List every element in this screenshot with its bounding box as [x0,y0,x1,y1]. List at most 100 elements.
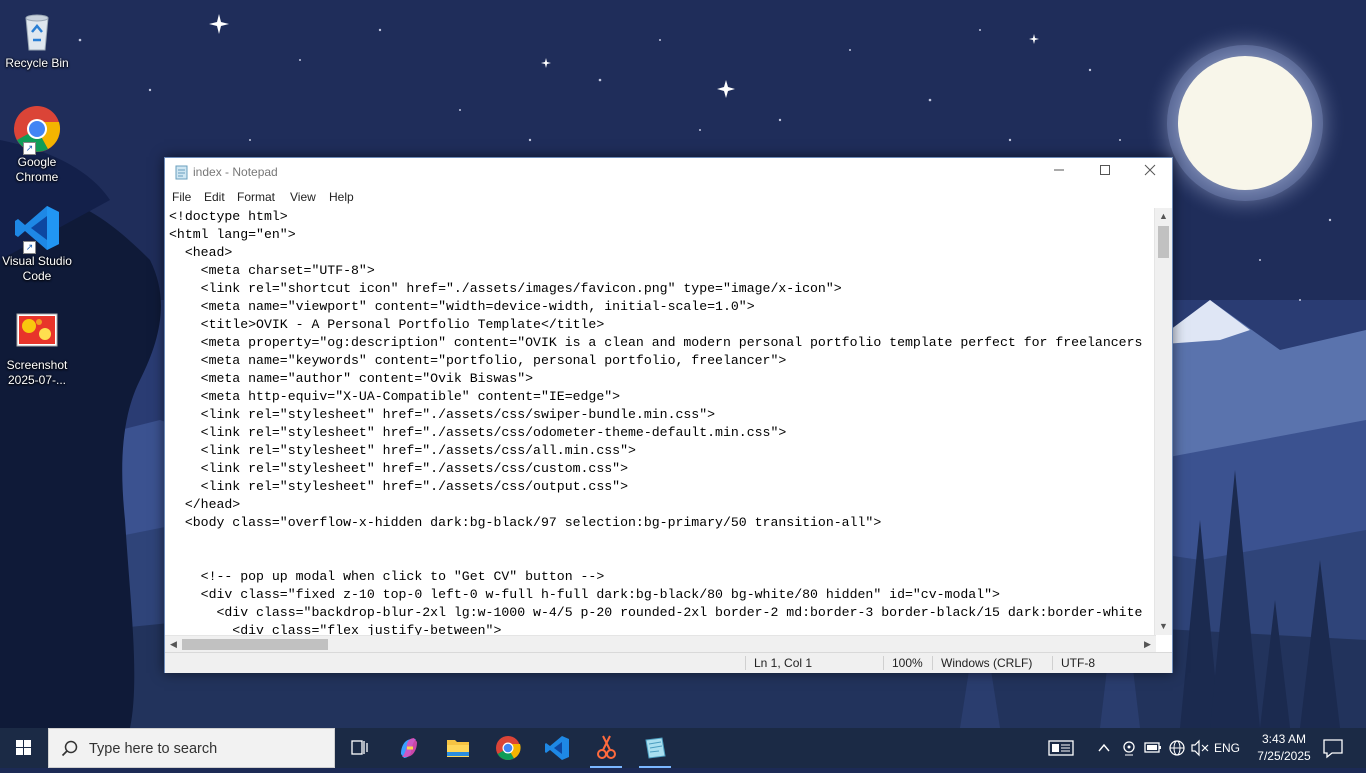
code-line: <meta name="viewport" content="width=dev… [169,299,755,314]
code-line: <meta http-equiv="X-UA-Compatible" conte… [169,389,621,404]
volume-button[interactable] [1189,728,1211,768]
minimize-button[interactable] [1036,158,1082,188]
taskbar: Type here to search ENG 3:43 AM 7/25/202… [0,728,1366,768]
code-line: <meta name="author" content="Ovik Biswas… [169,371,534,386]
notepad-icon [645,737,666,759]
scroll-down-icon[interactable]: ▼ [1155,618,1172,635]
notepad-window[interactable]: index - Notepad File Edit Format View He… [164,157,1173,673]
scroll-right-icon[interactable]: ▶ [1139,636,1156,653]
windows-logo-icon [16,740,31,755]
image-file-icon [13,308,61,356]
menu-file[interactable]: File [172,190,191,204]
code-line: <head> [169,245,233,260]
code-line: <!doctype html> [169,209,288,224]
code-line: </head> [169,497,241,512]
snipping-tool-button[interactable] [582,728,630,768]
cursor-position: Ln 1, Col 1 [745,656,812,670]
snipping-tool-icon [597,735,616,759]
menu-edit[interactable]: Edit [204,190,225,204]
desktop-icon-google-chrome[interactable]: ↗ Google Chrome [2,105,72,185]
shortcut-arrow-icon: ↗ [23,142,36,155]
vscode-icon: ↗ [13,204,61,254]
desktop-icon-label: Screenshot 2025-07-... [6,358,68,387]
close-button[interactable] [1127,158,1173,188]
desktop-icon-visual-studio-code[interactable]: ↗ Visual Studio Code [2,204,72,284]
file-explorer-button[interactable] [434,728,482,768]
title-bar[interactable]: index - Notepad [165,158,1172,188]
clock-time: 3:43 AM [1261,732,1307,746]
webcam-icon [1123,741,1135,756]
language-indicator[interactable]: ENG [1214,741,1240,757]
menu-help[interactable]: Help [329,190,354,204]
desktop-icon-label: Google Chrome [15,155,59,184]
menu-bar: File Edit Format View Help [165,188,1172,208]
show-hidden-icons-button[interactable] [1094,728,1114,768]
battery-icon [1144,742,1161,753]
chrome-icon [496,736,521,761]
notepad-icon [175,165,188,180]
chrome-icon: ↗ [13,105,61,155]
zoom-level: 100% [883,656,923,670]
desktop-icon-label: Visual Studio Code [2,254,72,283]
file-explorer-icon [447,740,469,757]
vscode-icon [545,736,569,760]
code-line: <link rel="stylesheet" href="./assets/cs… [169,479,628,494]
task-view-button[interactable] [336,728,384,768]
maximize-icon [1100,165,1110,175]
scroll-left-icon[interactable]: ◀ [165,636,182,653]
code-line: <body class="overflow-x-hidden dark:bg-b… [169,515,882,530]
chrome-taskbar-button[interactable] [484,728,532,768]
chevron-up-icon [1098,743,1110,752]
horizontal-scrollbar[interactable]: ◀ ▶ [165,635,1156,653]
status-bar: Ln 1, Col 1 100% Windows (CRLF) UTF-8 [165,652,1172,673]
shortcut-arrow-icon: ↗ [23,241,36,254]
code-line: <html lang="en"> [169,227,296,242]
search-placeholder: Type here to search [89,741,218,757]
start-button[interactable] [0,728,48,768]
globe-icon [1169,740,1185,756]
news-icon [1048,740,1074,756]
menu-format[interactable]: Format [237,190,275,204]
copilot-icon [401,738,417,758]
network-button[interactable] [1166,728,1188,768]
task-view-icon [351,740,368,755]
vscode-taskbar-button[interactable] [533,728,581,768]
scroll-up-icon[interactable]: ▲ [1155,208,1172,225]
desktop-icon-recycle-bin[interactable]: Recycle Bin [2,6,72,71]
desktop-icon-label: Recycle Bin [5,56,69,70]
desktop-icon-screenshot[interactable]: Screenshot 2025-07-... [2,308,72,388]
code-line: <!-- pop up modal when click to "Get CV"… [169,569,605,584]
text-editor[interactable]: <!doctype html> <html lang="en"> <head> <… [165,208,1156,635]
copilot-button[interactable] [385,728,433,768]
battery-button[interactable] [1142,728,1164,768]
menu-view[interactable]: View [290,190,316,204]
code-line: <link rel="stylesheet" href="./assets/cs… [169,407,716,422]
code-line: <meta property="og:description" content=… [169,335,1143,350]
code-line: <div class="backdrop-blur-2xl lg:w-1000 … [169,605,1143,620]
scroll-thumb[interactable] [182,639,328,650]
encoding: UTF-8 [1052,656,1095,670]
close-icon [1144,164,1156,176]
line-ending: Windows (CRLF) [932,656,1032,670]
maximize-button[interactable] [1082,158,1128,188]
notepad-taskbar-button[interactable] [631,728,679,768]
notifications-button[interactable] [1318,728,1348,768]
minimize-icon [1054,169,1064,171]
clock-date: 7/25/2025 [1257,749,1311,763]
code-line: <div class="fixed z-10 top-0 left-0 w-fu… [169,587,1000,602]
search-icon [61,740,78,757]
clock[interactable]: 3:43 AM 7/25/2025 [1252,731,1316,765]
meet-now-button[interactable] [1118,728,1140,768]
code-line: <title>OVIK - A Personal Portfolio Templ… [169,317,605,332]
news-widget-button[interactable] [1046,728,1076,768]
window-title: index - Notepad [193,165,278,179]
scroll-thumb[interactable] [1158,226,1169,258]
vertical-scrollbar[interactable]: ▲ ▼ [1154,208,1172,635]
code-line: <link rel="stylesheet" href="./assets/cs… [169,461,628,476]
code-line: <meta charset="UTF-8"> [169,263,375,278]
code-line: <link rel="stylesheet" href="./assets/cs… [169,425,787,440]
recycle-bin-icon [13,6,61,54]
code-line: <meta name="keywords" content="portfolio… [169,353,787,368]
search-box[interactable]: Type here to search [48,728,335,768]
